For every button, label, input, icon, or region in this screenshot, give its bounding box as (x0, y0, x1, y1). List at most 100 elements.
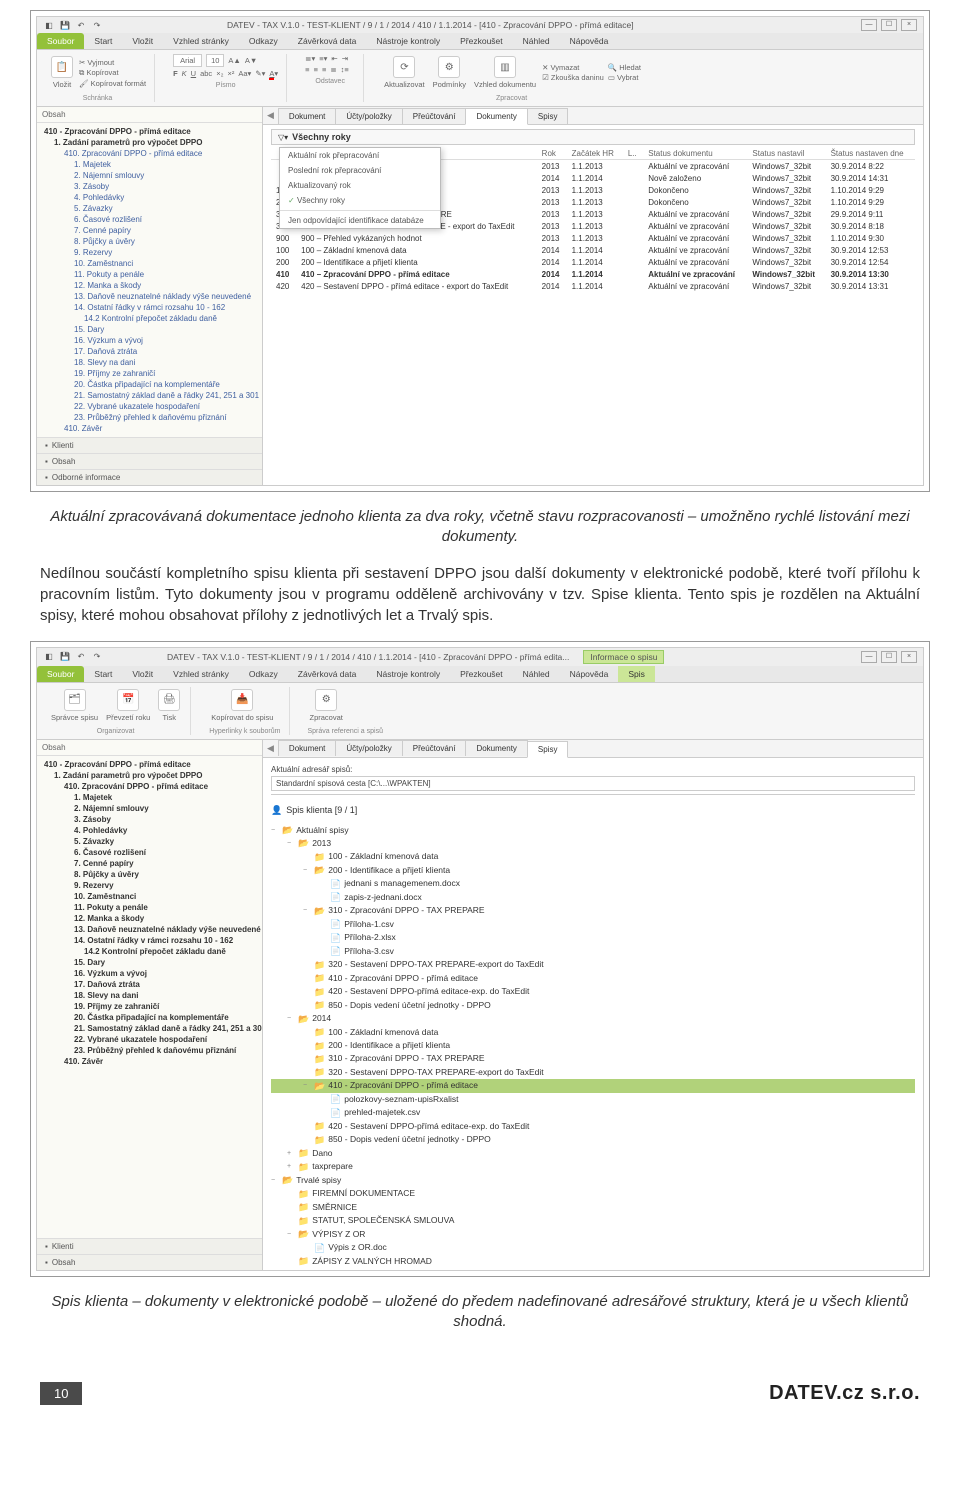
file-item[interactable]: prehled-majetek.csv (271, 1106, 915, 1119)
tree-item[interactable]: 4. Pohledávky (40, 825, 259, 836)
expand-chevron-icon[interactable]: − (287, 839, 295, 848)
tree-item[interactable]: 14.2 Kontrolní přepočet základu daně (40, 313, 259, 324)
tree-item[interactable]: 18. Slevy na dani (40, 357, 259, 368)
tree-item[interactable]: 6. Časové rozlišení (40, 847, 259, 858)
doc-tab-účty/položky[interactable]: Účty/položky (335, 740, 402, 756)
align-right-icon[interactable]: ≡ (322, 65, 326, 74)
ribbon-tab-náhled[interactable]: Náhled (513, 33, 560, 49)
indent-left-icon[interactable]: ⇤ (331, 54, 337, 63)
font-name-select[interactable]: Arial (173, 54, 202, 67)
tree-item[interactable]: 410 - Zpracování DPPO - přímá editace (40, 126, 259, 137)
tree-item[interactable]: 23. Průběžný přehled k daňovému přiznání (40, 1045, 259, 1056)
folder-item[interactable]: 420 - Sestavení DPPO-přímá editace-exp. … (271, 985, 915, 998)
underline-icon[interactable]: U (191, 69, 196, 78)
tree-item[interactable]: 20. Částka připadající na komplementáře (40, 1012, 259, 1023)
ribbon-tab-odkazy[interactable]: Odkazy (239, 33, 288, 49)
folder-item[interactable]: FIREMNÍ DOKUMENTACE (271, 1187, 915, 1200)
prevzeti-roku-button[interactable]: 📅 Převzetí roku (104, 687, 152, 724)
ribbon-tab-vzhled-stránky[interactable]: Vzhled stránky (163, 33, 239, 49)
folder-item[interactable]: −2013 (271, 837, 915, 850)
shrink-font-icon[interactable]: A▼ (245, 56, 257, 65)
doc-tab-dokumenty[interactable]: Dokumenty (465, 740, 527, 756)
ribbon-tab-závěrková-data[interactable]: Závěrková data (288, 33, 367, 49)
tree-item[interactable]: 15. Dary (40, 324, 259, 335)
tree-item[interactable]: 3. Zásoby (40, 181, 259, 192)
folder-item[interactable]: ZÁPISY Z VALNÝCH HROMAD (271, 1255, 915, 1268)
table-row[interactable]: 410410 – Zpracování DPPO - přímá editace… (271, 268, 915, 280)
ribbon-tab-náhled[interactable]: Náhled (513, 666, 560, 682)
folder-item[interactable]: −200 - Identifikace a přijetí klienta (271, 864, 915, 877)
doc-tab-přeúčtování[interactable]: Přeúčtování (402, 740, 467, 756)
copy-button[interactable]: ⧉ Kopírovat (79, 68, 146, 78)
tree-item[interactable]: 7. Cenné papíry (40, 858, 259, 869)
spis-path-input[interactable]: Standardní spisová cesta [C:\...\WPAKTEN… (271, 776, 915, 791)
ribbon-tab-vzhled-stránky[interactable]: Vzhled stránky (163, 666, 239, 682)
nav-prev-icon[interactable]: ◀ (263, 108, 278, 123)
folder-item[interactable]: 200 - Identifikace a přijetí klienta (271, 1039, 915, 1052)
folder-item[interactable]: 320 - Sestavení DPPO-TAX PREPARE-export … (271, 958, 915, 971)
expand-chevron-icon[interactable]: − (271, 1176, 279, 1185)
expand-chevron-icon[interactable]: − (287, 1014, 295, 1023)
tree-item[interactable]: 13. Daňově neuznatelné náklady výše neuv… (40, 291, 259, 302)
menu-item[interactable]: Poslední rok přepracování (280, 163, 440, 178)
folder-item[interactable]: SMĚRNICE (271, 1201, 915, 1214)
tree-item[interactable]: 9. Rezervy (40, 880, 259, 891)
table-row[interactable]: 200200 – Identifikace a přijetí klienta2… (271, 256, 915, 268)
menu-item[interactable]: Aktualizovaný rok (280, 178, 440, 193)
tree-item[interactable]: 14.2 Kontrolní přepočet základu daně (40, 946, 259, 957)
doc-tab-dokument[interactable]: Dokument (278, 740, 336, 756)
table-row[interactable]: 900900 – Přehled vykázaných hodnot20131.… (271, 232, 915, 244)
folder-item[interactable]: −VÝPISY Z OR (271, 1228, 915, 1241)
expand-chevron-icon[interactable]: − (303, 906, 311, 915)
tree-item[interactable]: 13. Daňově neuznatelné náklady výše neuv… (40, 924, 259, 935)
strike-icon[interactable]: abc (200, 69, 212, 78)
tree-item[interactable]: 21. Samostatný základ daně a řádky 241, … (40, 390, 259, 401)
tree-item[interactable]: 23. Průběžný přehled k daňovému přiznání (40, 412, 259, 423)
file-item[interactable]: Příloha-1.csv (271, 918, 915, 931)
tree-item[interactable]: 11. Pokuty a penále (40, 269, 259, 280)
folder-item[interactable]: 320 - Sestavení DPPO-TAX PREPARE-export … (271, 1066, 915, 1079)
side-tab-obsah[interactable]: ▪Obsah (37, 453, 262, 469)
expand-chevron-icon[interactable]: − (303, 1081, 311, 1090)
tree-item[interactable]: 1. Zadání parametrů pro výpočet DPPO (40, 770, 259, 781)
ribbon-tab-soubor[interactable]: Soubor (37, 33, 84, 49)
folder-item[interactable]: 310 - Zpracování DPPO - TAX PREPARE (271, 1052, 915, 1065)
subscript-icon[interactable]: ×₂ (216, 69, 223, 78)
align-justify-icon[interactable]: ≣ (330, 65, 336, 74)
side-tab-klienti[interactable]: ▪Klienti (37, 1238, 262, 1254)
folder-item[interactable]: 410 - Zpracování DPPO - přímá editace (271, 972, 915, 985)
table-header[interactable]: Štatus nastaven dne (826, 147, 915, 160)
tree-item[interactable]: 14. Ostatní řádky v rámci rozsahu 10 - 1… (40, 935, 259, 946)
side-tab-odborné informace[interactable]: ▪Odborné informace (37, 469, 262, 485)
window-close-button[interactable]: × (901, 19, 917, 31)
folder-item[interactable]: 850 - Dopis vedení účetní jednotky - DPP… (271, 1133, 915, 1146)
tree-item[interactable]: 17. Daňová ztráta (40, 346, 259, 357)
spravce-spisu-button[interactable]: 🗂 Správce spisu (49, 687, 100, 724)
folder-item[interactable]: 100 - Základní kmenová data (271, 1026, 915, 1039)
tree-item[interactable]: 17. Daňová ztráta (40, 979, 259, 990)
refresh-button[interactable]: ⟳ Aktualizovat (382, 54, 426, 91)
table-header[interactable]: L.. (623, 147, 643, 160)
tree-item[interactable]: 7. Cenné papíry (40, 225, 259, 236)
folder-item[interactable]: −Aktuální spisy (271, 824, 915, 837)
tree-item[interactable]: 8. Půjčky a úvěry (40, 869, 259, 880)
tree-item[interactable]: 3. Zásoby (40, 814, 259, 825)
spis-tree[interactable]: −Aktuální spisy−2013 100 - Základní kmeno… (271, 824, 915, 1268)
file-item[interactable]: Příloha-2.xlsx (271, 931, 915, 944)
grow-font-icon[interactable]: A▲ (228, 56, 240, 65)
tree-item[interactable]: 410. Závěr (40, 423, 259, 434)
folder-item[interactable]: 420 - Sestavení DPPO-přímá editace-exp. … (271, 1120, 915, 1133)
tree-item[interactable]: 10. Zaměstnanci (40, 258, 259, 269)
clear-button[interactable]: ✕ Vymazat (542, 63, 604, 72)
tree-item[interactable]: 1. Majetek (40, 792, 259, 803)
table-header[interactable]: Rok (537, 147, 567, 160)
doc-tab-spisy[interactable]: Spisy (527, 108, 569, 124)
tree-item[interactable]: 12. Manka a škody (40, 913, 259, 924)
paste-button[interactable]: 📋 Vložit (49, 54, 75, 91)
window-max-button[interactable]: ☐ (881, 651, 897, 663)
qat-undo-icon[interactable]: ↶ (75, 19, 87, 31)
doc-tab-dokumenty[interactable]: Dokumenty (465, 108, 527, 125)
doc-tab-účty/položky[interactable]: Účty/položky (335, 108, 402, 124)
menu-item[interactable]: Jen odpovídající identifikace databáze (280, 213, 440, 228)
bold-icon[interactable]: F (173, 69, 178, 78)
